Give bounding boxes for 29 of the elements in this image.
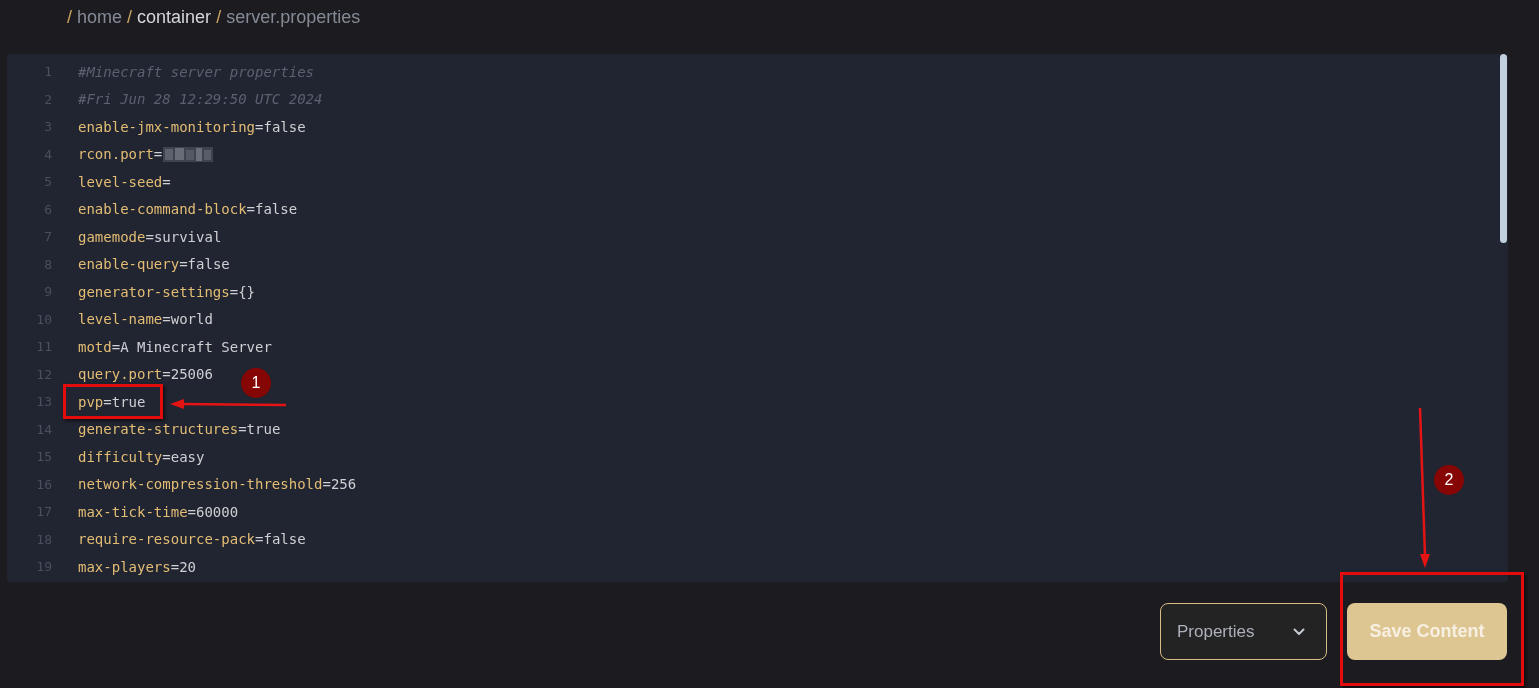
code-line: max-tick-time=60000 — [78, 502, 239, 521]
code-line: max-players=20 — [78, 557, 196, 576]
code-line: motd=A Minecraft Server — [78, 337, 272, 356]
breadcrumb-separator: / — [67, 6, 72, 29]
code-line: query.port=25006 — [78, 365, 213, 384]
code-line: gamemode=survival — [78, 227, 222, 246]
code-line: network-compression-threshold=256 — [78, 475, 357, 494]
file-type-dropdown[interactable]: Properties — [1160, 603, 1327, 660]
code-line: enable-query=false — [78, 255, 230, 274]
code-line: #Minecraft server properties — [78, 62, 314, 81]
code-line: enable-jmx-monitoring=false — [78, 117, 306, 136]
chevron-down-icon — [1293, 627, 1305, 636]
breadcrumb-separator: / — [127, 6, 133, 29]
code-line: generator-settings={} — [78, 282, 255, 301]
breadcrumb-link[interactable]: home — [77, 5, 123, 29]
code-line: level-seed= — [78, 172, 171, 191]
code-line: level-name=world — [78, 310, 213, 329]
code-editor[interactable] — [7, 54, 1508, 582]
breadcrumb-separator: / — [216, 6, 222, 29]
code-line: rcon.port= — [78, 145, 163, 164]
code-line: difficulty=easy — [78, 447, 205, 466]
code-line: #Fri Jun 28 12:29:50 UTC 2024 — [78, 90, 323, 109]
breadcrumb-link[interactable]: container — [137, 5, 212, 29]
code-line: require-resource-pack=false — [78, 530, 306, 549]
code-line: pvp=true — [78, 392, 146, 411]
code-line: enable-command-block=false — [78, 200, 298, 219]
scrollbar-thumb[interactable] — [1500, 54, 1507, 243]
breadcrumb-current: server.properties — [226, 6, 361, 29]
code-line: generate-structures=true — [78, 420, 281, 439]
